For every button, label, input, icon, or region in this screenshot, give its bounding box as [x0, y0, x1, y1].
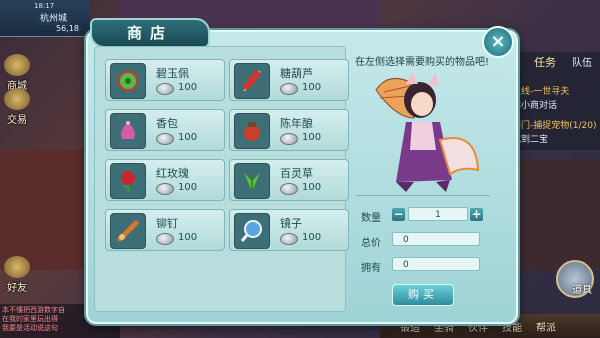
rivet-icon — [110, 213, 146, 249]
friends-icon — [4, 256, 30, 278]
item-price: 100 — [178, 232, 198, 243]
red-rose-icon — [110, 163, 146, 199]
item-name: 百灵草 — [280, 167, 313, 180]
mall-icon — [4, 54, 30, 76]
silver-coin-icon — [280, 233, 298, 245]
herb-icon — [234, 163, 270, 199]
shop-item[interactable]: 陈年酿 100 — [229, 109, 349, 151]
shop-item[interactable]: 碧玉佩 100 — [105, 59, 225, 101]
instruction-text: 在左侧选择需要购买的物品吧! — [355, 57, 490, 68]
candied-haws-icon — [234, 63, 270, 99]
shop-item[interactable]: 红玫瑰 100 — [105, 159, 225, 201]
total-price-value: 0 — [392, 232, 480, 246]
coordinates-text: 56,18 — [56, 24, 79, 33]
shop-title: 商店 — [90, 18, 210, 48]
shop-item[interactable]: 百灵草 100 — [229, 159, 349, 201]
trade-label: 交易 — [7, 115, 27, 126]
increment-button[interactable]: + — [470, 208, 483, 221]
item-name: 香包 — [156, 117, 178, 130]
silver-coin-icon — [156, 83, 174, 95]
trade-button[interactable]: 交易 — [2, 88, 32, 126]
owned-value: 0 — [392, 257, 480, 271]
inventory-label: 道具 — [572, 285, 592, 296]
silver-coin-icon — [280, 83, 298, 95]
total-price-label: 总价 — [361, 238, 381, 249]
city-name: 杭州城 — [36, 10, 72, 25]
quest-tracker[interactable]: 任务 队伍 主线-一世寻夫 和小商对话 师门-捕捉宠物(1/20) 找到二宝 — [504, 52, 600, 150]
friends-button[interactable]: 好友 — [2, 256, 32, 294]
item-name: 陈年酿 — [280, 117, 313, 130]
trade-icon — [4, 88, 30, 110]
shop-item[interactable]: 香包 100 — [105, 109, 225, 151]
team-tab[interactable]: 队伍 — [572, 54, 592, 69]
quest-main-detail: 和小商对话 — [512, 101, 558, 111]
owned-label: 拥有 — [361, 263, 381, 274]
chat-line: 我要是活动说这句 — [2, 324, 58, 332]
silver-coin-icon — [156, 183, 174, 195]
clock-text: 18:17 — [34, 2, 55, 10]
item-name: 碧玉佩 — [156, 67, 189, 80]
jade-pendant-icon — [110, 63, 146, 99]
silver-coin-icon — [156, 233, 174, 245]
silver-coin-icon — [280, 183, 298, 195]
quest-school[interactable]: 师门-捕捉宠物(1/20) — [512, 118, 596, 131]
item-price: 100 — [178, 182, 198, 193]
divider — [356, 195, 490, 196]
mall-button[interactable]: 商城 — [2, 54, 32, 92]
wine-jar-icon — [234, 113, 270, 149]
shop-item[interactable]: 镜子 100 — [229, 209, 349, 251]
item-name: 铆钉 — [156, 217, 178, 230]
sachet-icon — [110, 113, 146, 149]
item-price: 100 — [302, 82, 322, 93]
task-tab[interactable]: 任务 — [534, 54, 556, 70]
item-grid: 碧玉佩 100 糖葫芦 100 香包 100 陈年酿 100 红玫瑰 100 百… — [94, 46, 349, 312]
item-price: 100 — [302, 232, 322, 243]
guild-button[interactable]: 帮派 — [536, 319, 556, 334]
quantity-label: 数量 — [361, 213, 381, 224]
shop-item[interactable]: 铆钉 100 — [105, 209, 225, 251]
item-name: 镜子 — [280, 217, 302, 230]
item-name: 糖葫芦 — [280, 67, 313, 80]
friends-label: 好友 — [7, 283, 27, 294]
minimap-panel[interactable]: 18:17 杭州城 56,18 — [0, 0, 90, 37]
mirror-icon — [234, 213, 270, 249]
shopkeeper-portrait — [375, 72, 480, 192]
quantity-input[interactable]: 1 — [408, 207, 468, 221]
silver-coin-icon — [280, 133, 298, 145]
item-name: 红玫瑰 — [156, 167, 189, 180]
quest-main[interactable]: 主线-一世寻夫 — [512, 84, 569, 97]
shop-item[interactable]: 糖葫芦 100 — [229, 59, 349, 101]
buy-button[interactable]: 购买 — [392, 284, 454, 306]
decrement-button[interactable]: − — [392, 208, 405, 221]
item-price: 100 — [178, 82, 198, 93]
silver-coin-icon — [156, 133, 174, 145]
item-price: 100 — [178, 132, 198, 143]
item-price: 100 — [302, 182, 322, 193]
item-price: 100 — [302, 132, 322, 143]
